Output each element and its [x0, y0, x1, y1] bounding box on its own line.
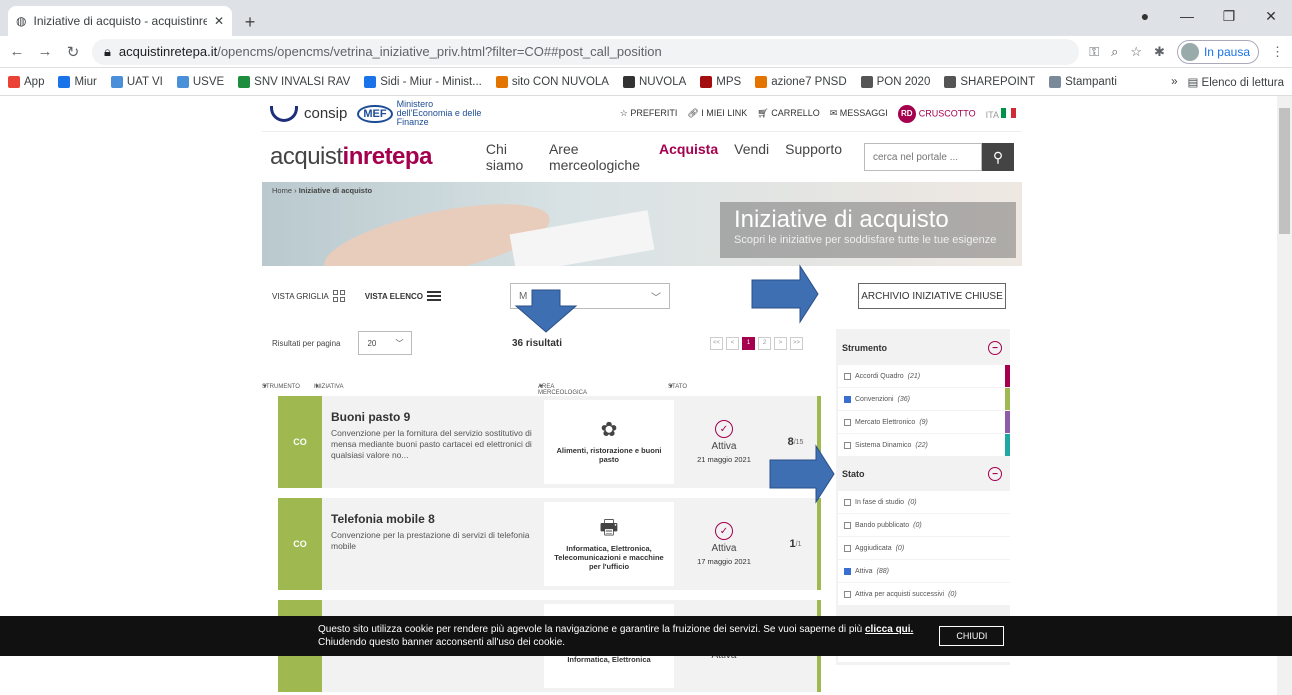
cookie-close-button[interactable]: CHIUDI: [939, 626, 1005, 646]
minimize-button[interactable]: —: [1166, 8, 1208, 24]
bookmark-item[interactable]: UAT VI: [110, 75, 163, 88]
profile-dot-icon[interactable]: ●: [1124, 8, 1166, 24]
close-window-button[interactable]: ✕: [1250, 8, 1292, 25]
annotation-arrows: [514, 264, 835, 504]
bookmark-icon: [364, 75, 377, 88]
cookie-banner: Questo sito utilizza cookie per rendere …: [0, 616, 1292, 656]
bookmarks-bar: App Miur UAT VI USVE SNV INVALSI RAV Sidi - M…: [0, 68, 1292, 96]
bookmark-icon: [860, 75, 873, 88]
bookmark-icon: [755, 75, 768, 88]
arrow-down-annotation: [514, 289, 578, 333]
profile-button[interactable]: In pausa: [1176, 39, 1259, 64]
tab-title: Iniziative di acquisto - acquistinre: [33, 14, 207, 28]
page-viewport: consip MEF Ministero dell'Economia e dell…: [0, 96, 1292, 695]
bookmark-icon: [944, 75, 957, 88]
reading-list-button[interactable]: ▤ Elenco di lettura: [1187, 75, 1284, 89]
more-bookmarks-button[interactable]: »: [1171, 76, 1177, 88]
bookmark-icon: [1049, 75, 1062, 88]
bookmark-item[interactable]: azione7 PNSD: [755, 75, 847, 88]
bookmark-icon: [238, 75, 251, 88]
back-icon[interactable]: ←: [8, 43, 26, 60]
reload-icon[interactable]: ↻: [64, 43, 82, 61]
arrow-right-annotation: [751, 264, 819, 324]
browser-tab-bar: ◍ Iniziative di acquisto - acquistinre ✕…: [0, 0, 1292, 36]
star-icon[interactable]: ☆: [1130, 44, 1142, 60]
globe-icon: ◍: [16, 14, 27, 28]
bookmark-item[interactable]: SNV INVALSI RAV: [238, 75, 350, 88]
bookmark-item[interactable]: USVE: [176, 75, 224, 88]
bookmark-item[interactable]: MPS: [700, 75, 741, 88]
arrow-right-annotation: [769, 444, 835, 504]
zoom-icon[interactable]: ⌕: [1111, 44, 1118, 60]
address-bar: ← → ↻ 🔒︎ acquistinretepa.it/opencms/open…: [0, 36, 1292, 68]
avatar: [1180, 42, 1199, 61]
extensions-icon[interactable]: ✱: [1154, 44, 1165, 60]
bookmark-item[interactable]: NUVOLA: [622, 75, 686, 88]
key-icon[interactable]: ⚿: [1089, 44, 1099, 60]
menu-icon[interactable]: ⋮: [1271, 44, 1284, 60]
new-tab-button[interactable]: +: [236, 8, 264, 36]
url-path: /opencms/opencms/vetrina_iniziative_priv…: [217, 44, 662, 59]
bookmark-icon: [58, 75, 71, 88]
bookmark-icon: [700, 75, 713, 88]
window-controls: ● — ❐ ✕: [1124, 0, 1292, 32]
bookmark-item[interactable]: PON 2020: [860, 75, 930, 88]
bookmark-item[interactable]: Sidi - Miur - Minist...: [364, 75, 482, 88]
bookmark-icon: [8, 75, 20, 88]
url-field[interactable]: 🔒︎ acquistinretepa.it/opencms/opencms/ve…: [92, 38, 1080, 65]
bookmark-icon: [110, 75, 123, 88]
bookmark-icon: [495, 75, 508, 88]
bookmark-icon: [176, 75, 189, 88]
lock-icon: 🔒︎: [104, 43, 111, 59]
browser-tab[interactable]: ◍ Iniziative di acquisto - acquistinre ✕: [8, 6, 232, 36]
maximize-button[interactable]: ❐: [1208, 8, 1250, 25]
cookie-more-link[interactable]: clicca qui.: [865, 624, 913, 635]
bookmark-icon: [622, 75, 635, 88]
bookmark-item[interactable]: SHAREPOINT: [944, 75, 1035, 88]
bookmark-item[interactable]: Miur: [58, 75, 97, 88]
url-domain: acquistinretepa.it: [118, 44, 218, 59]
bookmark-item[interactable]: sito CON NUVOLA: [495, 75, 609, 88]
forward-icon[interactable]: →: [36, 43, 54, 60]
close-tab-icon[interactable]: ✕: [214, 14, 224, 28]
bookmarks-right: » ▤ Elenco di lettura: [1171, 68, 1284, 96]
bookmark-item[interactable]: App: [8, 75, 44, 88]
bookmark-item[interactable]: Stampanti: [1049, 75, 1117, 88]
